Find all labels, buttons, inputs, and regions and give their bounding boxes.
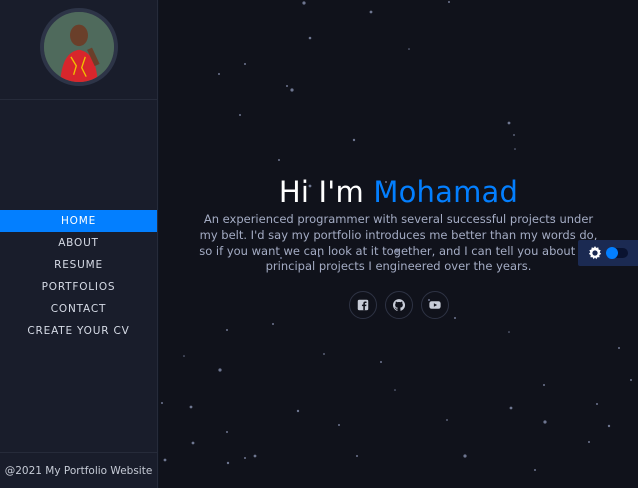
- hero-description: An experienced programmer with several s…: [199, 212, 598, 274]
- sidebar-footer: @2021 My Portfolio Website: [0, 452, 157, 488]
- nav-item-portfolios[interactable]: PORTFOLIOS: [0, 276, 157, 298]
- hero-section: Hi I'm Mohamad An experienced programmer…: [159, 172, 638, 320]
- hero-heading: Hi I'm Mohamad: [159, 172, 638, 212]
- gear-icon: [588, 246, 602, 260]
- copyright-text: @2021 My Portfolio Website: [4, 464, 153, 477]
- profile-header: [0, 0, 157, 100]
- avatar: [39, 8, 118, 86]
- youtube-icon: [428, 301, 441, 309]
- facebook-link[interactable]: [348, 291, 377, 320]
- nav-item-contact[interactable]: CONTACT: [0, 298, 157, 320]
- github-icon: [392, 299, 405, 312]
- greeting-text: Hi I'm: [278, 175, 364, 209]
- main-navigation: HOME ABOUT RESUME PORTFOLIOS CONTACT CRE…: [0, 210, 157, 342]
- nav-item-home[interactable]: HOME: [0, 210, 157, 232]
- dark-mode-switch[interactable]: [606, 247, 628, 259]
- theme-toggle[interactable]: [578, 240, 638, 266]
- github-link[interactable]: [384, 291, 413, 320]
- youtube-link[interactable]: [420, 291, 449, 320]
- switch-knob: [606, 247, 618, 259]
- nav-item-create-cv[interactable]: CREATE YOUR CV: [0, 320, 157, 342]
- hero-name: Mohamad: [373, 175, 519, 209]
- facebook-icon: [357, 299, 368, 311]
- social-links: [159, 291, 638, 320]
- main-content: Hi I'm Mohamad An experienced programmer…: [159, 0, 638, 488]
- nav-item-resume[interactable]: RESUME: [0, 254, 157, 276]
- sidebar: HOME ABOUT RESUME PORTFOLIOS CONTACT CRE…: [0, 0, 158, 488]
- nav-item-about[interactable]: ABOUT: [0, 232, 157, 254]
